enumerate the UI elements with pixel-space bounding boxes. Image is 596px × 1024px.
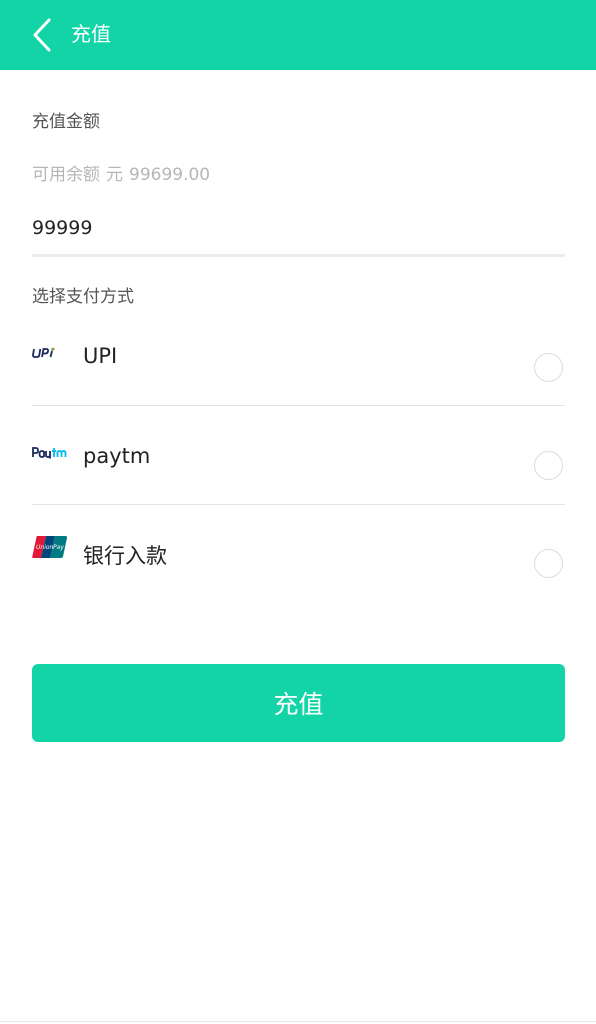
upi-logo-icon bbox=[32, 345, 56, 359]
bottom-divider bbox=[0, 1021, 596, 1022]
payment-option-bank-deposit[interactable]: Union Pay 银行入款 bbox=[32, 505, 565, 603]
recharge-amount-label: 充值金额 bbox=[32, 112, 100, 132]
payment-method-label: 选择支付方式 bbox=[32, 287, 134, 307]
unionpay-logo-icon: Union Pay bbox=[32, 535, 68, 559]
paytm-logo-icon bbox=[32, 444, 68, 459]
payment-option-paytm[interactable]: paytm bbox=[32, 407, 565, 505]
balance-value: 99699.00 bbox=[129, 165, 211, 185]
radio-button[interactable] bbox=[534, 353, 563, 382]
payment-option-label: paytm bbox=[83, 444, 151, 468]
available-balance: 可用余额元 99699.00 bbox=[32, 160, 210, 185]
amount-input-underline bbox=[32, 254, 565, 257]
svg-text:Pay: Pay bbox=[53, 544, 64, 551]
radio-button[interactable] bbox=[534, 451, 563, 480]
app-header: 充值 bbox=[0, 0, 596, 70]
amount-input[interactable] bbox=[32, 212, 565, 244]
payment-option-label: 银行入款 bbox=[83, 544, 167, 568]
svg-text:Union: Union bbox=[36, 544, 54, 551]
recharge-submit-button[interactable]: 充值 bbox=[32, 664, 565, 742]
balance-label: 可用余额 bbox=[32, 165, 100, 185]
page-title: 充值 bbox=[71, 22, 111, 46]
payment-option-label: UPI bbox=[83, 344, 118, 368]
chevron-left-icon[interactable] bbox=[30, 17, 56, 53]
row-divider bbox=[32, 404, 565, 406]
payment-option-upi[interactable]: UPI bbox=[32, 308, 565, 406]
radio-button[interactable] bbox=[534, 549, 563, 578]
balance-currency: 元 bbox=[106, 165, 123, 185]
